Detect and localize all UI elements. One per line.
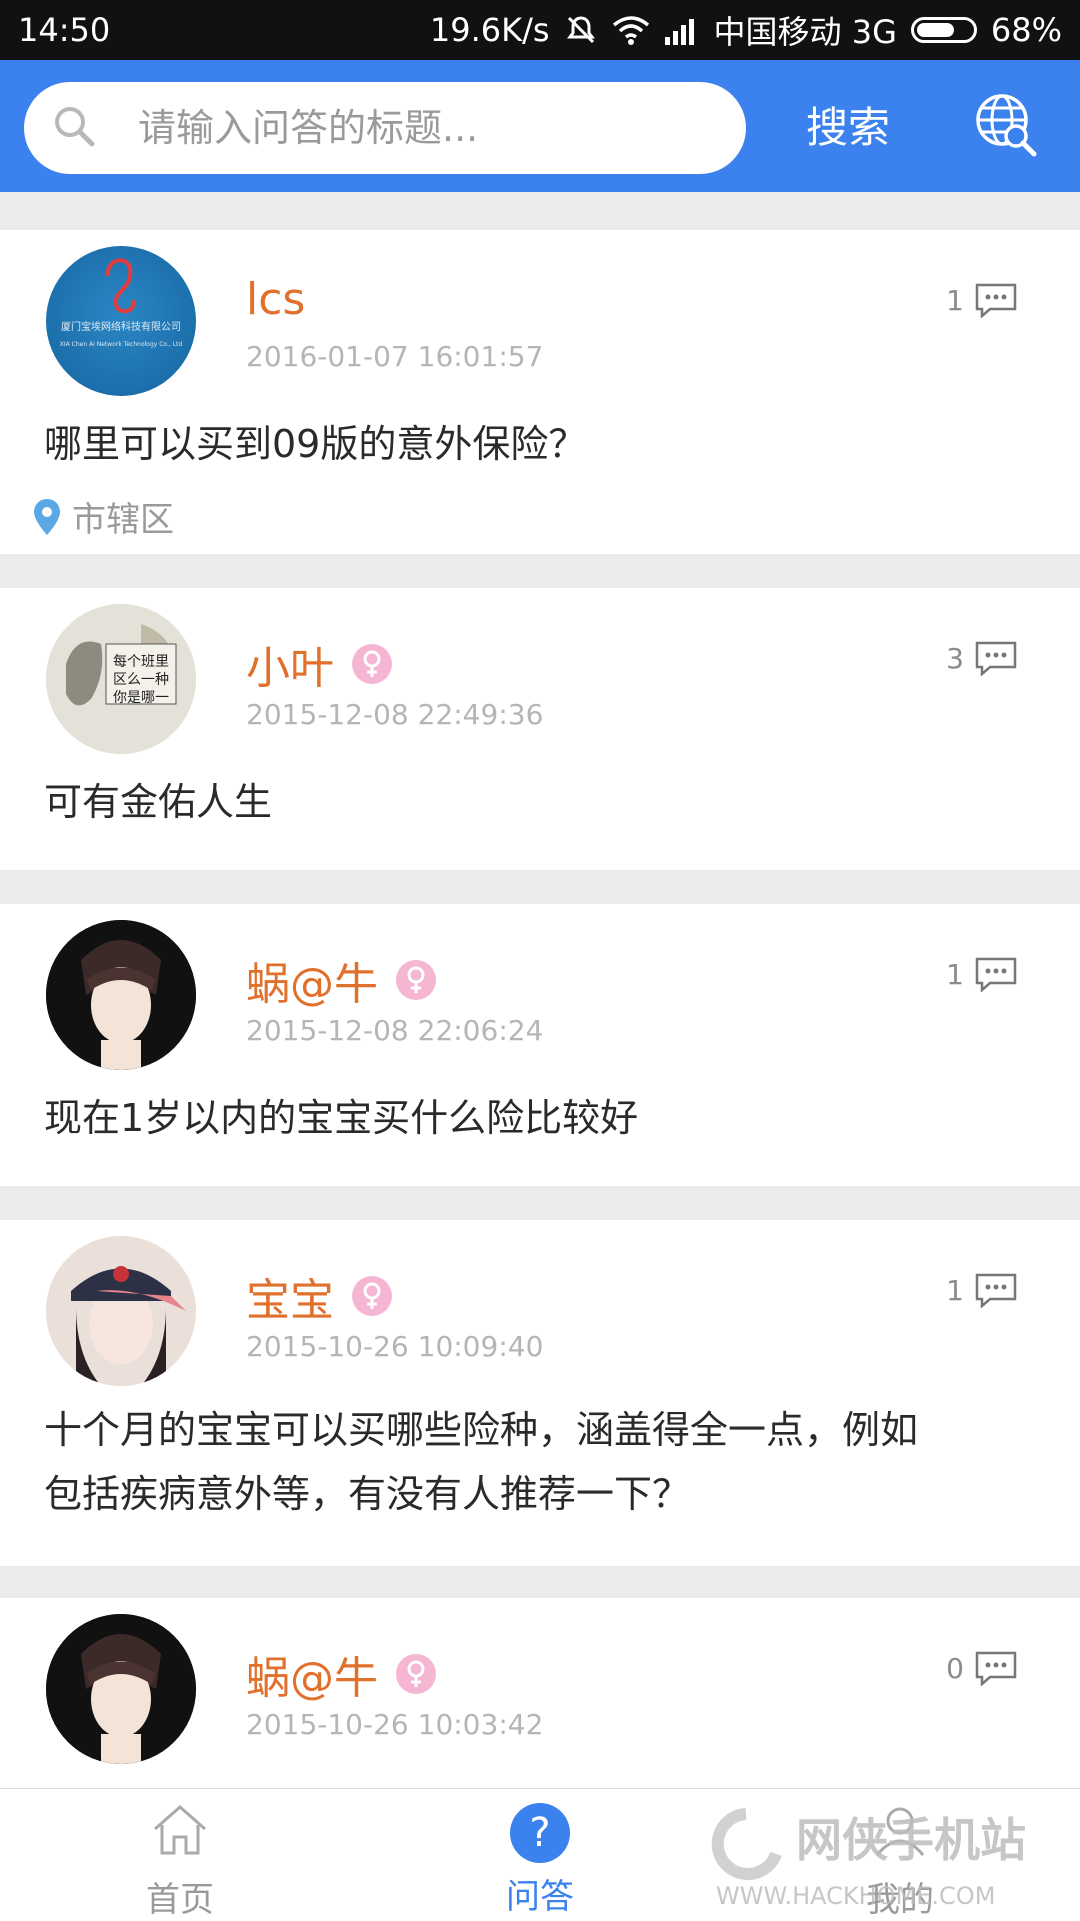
username[interactable]: 宝宝 [246,1264,392,1328]
question-icon: ? [510,1803,570,1863]
nav-home[interactable]: 首页 [80,1803,280,1921]
status-time: 14:50 [18,11,111,49]
globe-search-icon[interactable] [972,90,1040,158]
comment-icon [975,957,1017,992]
question-card[interactable]: 宝宝 2015-10-26 10:09:40 1 十个月的宝宝可以买哪些险种，涵… [0,1220,1080,1566]
post-time: 2015-10-26 10:09:40 [246,1330,544,1363]
question-card[interactable]: 厦门宝埃网络科技有限公司 XIA Chen Ai Network Technol… [0,230,1080,554]
question-text[interactable]: 哪里可以买到09版的意外保险？ [44,412,1044,476]
mute-icon [564,13,598,47]
username-text[interactable]: 蜗@牛 [246,1642,378,1706]
comment-count-value: 3 [946,641,964,675]
avatar[interactable]: 每个班里 区么一种 你是哪一 [46,604,196,754]
question-text[interactable]: 十个月的宝宝可以买哪些险种，涵盖得全一点，例如 包括疾病意外等，有没有人推荐一下… [44,1398,1044,1526]
username[interactable]: 蜗@牛 [246,1642,436,1706]
avatar-manga-text: 每个班里 [113,654,169,670]
question-card[interactable]: 蜗@牛 2015-12-08 22:06:24 1 现在1岁以内的宝宝买什么险比… [0,904,1080,1186]
battery-icon [910,17,977,43]
post-time: 2015-10-26 10:03:42 [246,1708,544,1741]
post-time: 2016-01-07 16:01:57 [246,340,544,373]
wifi-icon [612,15,650,45]
username[interactable]: lcs [246,274,305,325]
question-card[interactable]: 蜗@牛 2015-10-26 10:03:42 0 [0,1598,1080,1788]
nav-qa-label: 问答 [506,1877,574,1917]
female-icon [352,644,392,684]
status-bar: 14:50 19.6K/s 中国移动 3G 68% [0,0,1080,60]
location-tag: 市辖区 [32,492,174,541]
female-icon [352,1276,392,1316]
question-line: 包括疾病意外等，有没有人推荐一下？ [44,1472,691,1516]
location-pin-icon [34,498,60,535]
female-icon [396,960,436,1000]
nav-qa[interactable]: ? 问答 [440,1803,640,1918]
avatar[interactable]: 厦门宝埃网络科技有限公司 XIA Chen Ai Network Technol… [46,246,196,396]
avatar-company-subtext: XIA Chen Ai Network Technology Co., Ltd [60,341,183,348]
username-text[interactable]: 小叶 [246,632,334,696]
avatar-manga-text: 区么一种 [113,672,169,688]
comment-count[interactable]: 1 [946,956,1018,992]
avatar-manga-text: 你是哪一 [113,690,169,706]
comment-count-value: 0 [946,1651,964,1685]
comment-icon [975,283,1017,318]
avatar-company-text: 厦门宝埃网络科技有限公司 [61,320,181,333]
search-icon [52,104,96,152]
search-bar[interactable] [24,82,746,174]
username-text[interactable]: lcs [246,274,305,325]
post-time: 2015-12-08 22:06:24 [246,1014,544,1047]
avatar[interactable] [46,920,196,1070]
comment-count[interactable]: 0 [946,1650,1018,1686]
home-icon [154,1805,206,1855]
question-line: 十个月的宝宝可以买哪些险种，涵盖得全一点，例如 [44,1408,919,1452]
signal-icon [664,15,700,45]
user-icon [875,1807,925,1856]
comment-count[interactable]: 1 [946,1272,1018,1308]
username-text[interactable]: 蜗@牛 [246,948,378,1012]
network-speed: 19.6K/s [429,11,550,49]
comment-count[interactable]: 1 [946,282,1018,318]
comment-count-value: 1 [946,283,964,317]
nav-home-label: 首页 [146,1880,214,1920]
comment-icon [975,1651,1017,1686]
comment-count-value: 1 [946,1273,964,1307]
bottom-nav: 首页 ? 问答 我的 [0,1788,1080,1921]
username[interactable]: 蜗@牛 [246,948,436,1012]
comment-count-value: 1 [946,957,964,991]
username[interactable]: 小叶 [246,632,392,696]
search-input[interactable] [136,105,700,151]
female-icon [396,1654,436,1694]
carrier-label: 中国移动 3G [713,13,897,51]
search-button[interactable]: 搜索 [806,100,890,156]
post-time: 2015-12-08 22:49:36 [246,698,544,731]
nav-mine-label: 我的 [866,1880,934,1920]
comment-icon [975,641,1017,676]
avatar[interactable] [46,1236,196,1386]
location-text: 市辖区 [72,500,174,540]
battery-percent: 68% [990,11,1062,49]
question-card[interactable]: 每个班里 区么一种 你是哪一 小叶 2015-12-08 22:49:36 3 … [0,588,1080,870]
battery-fill [916,23,954,37]
username-text[interactable]: 宝宝 [246,1264,334,1328]
comment-count[interactable]: 3 [946,640,1018,676]
nav-mine[interactable]: 我的 [800,1803,1000,1921]
search-header: 搜索 [0,60,1080,192]
question-text[interactable]: 可有金佑人生 [44,770,1044,834]
avatar[interactable] [46,1614,196,1764]
comment-icon [975,1273,1017,1308]
status-right: 19.6K/s 中国移动 3G 68% [430,7,1062,53]
question-text[interactable]: 现在1岁以内的宝宝买什么险比较好 [44,1086,1044,1150]
